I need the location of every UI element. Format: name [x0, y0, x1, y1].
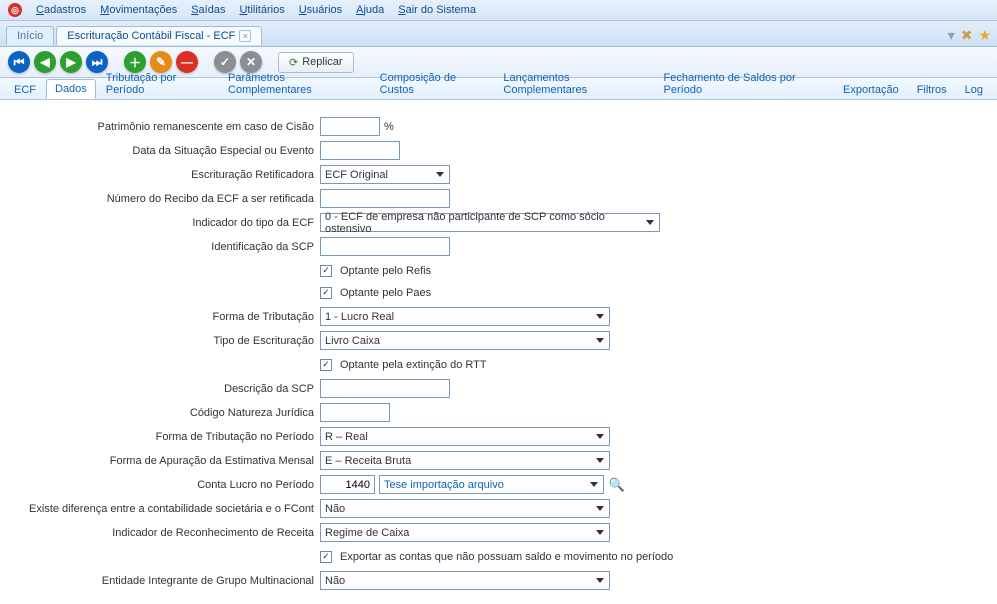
label-cod-nat: Código Natureza Jurídica [10, 407, 320, 419]
forma-trib-per-value: R – Real [325, 431, 368, 443]
menu-cadastros[interactable]: Cadastros [36, 4, 86, 16]
close-icon[interactable]: × [239, 30, 251, 42]
label-escrit-retif: Escrituração Retificadora [10, 169, 320, 181]
percent-label: % [384, 121, 394, 133]
form-area: Patrimônio remanescente em caso de Cisão… [0, 100, 997, 604]
subtab-exportacao[interactable]: Exportação [835, 81, 907, 99]
wrench-icon[interactable]: ✖ [961, 27, 973, 44]
app-icon: ◎ [8, 3, 22, 17]
opt-refis-checkbox[interactable] [320, 265, 332, 277]
chevron-down-icon [592, 530, 607, 535]
opt-paes-checkbox[interactable] [320, 287, 332, 299]
menu-sair[interactable]: Sair do Sistema [398, 4, 476, 16]
ind-reconh-value: Regime de Caixa [325, 527, 409, 539]
star-icon[interactable]: ★ [978, 27, 991, 44]
ident-scp-input[interactable] [320, 237, 450, 256]
chevron-down-icon [432, 172, 447, 177]
chevron-down-icon [592, 314, 607, 319]
nav-prev-button[interactable]: ◀ [34, 51, 56, 73]
indicador-tipo-select[interactable]: 0 - ECF de empresa não participante de S… [320, 213, 660, 232]
dropdown-icon[interactable]: ▾ [948, 27, 955, 44]
subtab-parametros[interactable]: Parâmetros Complementares [220, 69, 370, 99]
label-tipo-escrit: Tipo de Escrituração [10, 335, 320, 347]
subtabbar: ECF Dados Tributação por Período Parâmet… [0, 78, 997, 100]
conta-lucro-desc-select[interactable]: Tese importação arquivo [379, 475, 604, 494]
data-situacao-input[interactable] [320, 141, 400, 160]
forma-trib-select[interactable]: 1 - Lucro Real [320, 307, 610, 326]
label-diff-fcont: Existe diferença entre a contabilidade s… [10, 503, 320, 515]
document-tabbar: Início Escrituração Contábil Fiscal - EC… [0, 21, 997, 47]
escrit-retif-select[interactable]: ECF Original [320, 165, 450, 184]
num-recibo-input[interactable] [320, 189, 450, 208]
tab-ecf[interactable]: Escrituração Contábil Fiscal - ECF × [56, 26, 262, 45]
lookup-icon[interactable]: 🔍 [608, 476, 626, 494]
refresh-icon: ⟳ [289, 56, 298, 69]
tipo-escrit-select[interactable]: Livro Caixa [320, 331, 610, 350]
escrit-retif-value: ECF Original [325, 169, 388, 181]
menubar: ◎ Cadastros Movimentações Saídas Utilitá… [0, 0, 997, 21]
label-desc-scp: Descrição da SCP [10, 383, 320, 395]
label-forma-trib: Forma de Tributação [10, 311, 320, 323]
subtab-tributacao[interactable]: Tributação por Período [98, 69, 218, 99]
entidade-grupo-value: Não [325, 575, 345, 587]
opt-rtt-label: Optante pela extinção do RTT [340, 359, 487, 371]
label-ind-reconh: Indicador de Reconhecimento de Receita [10, 527, 320, 539]
subtab-dados[interactable]: Dados [46, 79, 96, 99]
tipo-escrit-value: Livro Caixa [325, 335, 380, 347]
forma-apur-select[interactable]: E – Receita Bruta [320, 451, 610, 470]
menu-movimentacoes[interactable]: Movimentações [100, 4, 177, 16]
exportar-contas-label: Exportar as contas que não possuam saldo… [340, 551, 673, 563]
desc-scp-input[interactable] [320, 379, 450, 398]
label-data-situacao: Data da Situação Especial ou Evento [10, 145, 320, 157]
chevron-down-icon [586, 482, 601, 487]
chevron-down-icon [592, 506, 607, 511]
label-entidade-grupo: Entidade Integrante de Grupo Multinacion… [10, 575, 320, 587]
label-num-recibo: Número do Recibo da ECF a ser retificada [10, 193, 320, 205]
conta-lucro-code-input[interactable] [320, 475, 375, 494]
nav-next-button[interactable]: ▶ [60, 51, 82, 73]
ind-reconh-select[interactable]: Regime de Caixa [320, 523, 610, 542]
replicar-label: Replicar [302, 56, 342, 68]
label-conta-lucro: Conta Lucro no Período [10, 479, 320, 491]
subtab-log[interactable]: Log [957, 81, 991, 99]
subtab-fechamento[interactable]: Fechamento de Saldos por Período [656, 69, 834, 99]
tab-label: Início [17, 30, 43, 42]
chevron-down-icon [592, 338, 607, 343]
menu-ajuda[interactable]: Ajuda [356, 4, 384, 16]
subtab-filtros[interactable]: Filtros [909, 81, 955, 99]
opt-refis-label: Optante pelo Refis [340, 265, 431, 277]
cod-nat-input[interactable] [320, 403, 390, 422]
label-ident-scp: Identificação da SCP [10, 241, 320, 253]
tabbar-tools: ▾ ✖ ★ [948, 27, 991, 44]
diff-fcont-select[interactable]: Não [320, 499, 610, 518]
label-forma-apur: Forma de Apuração da Estimativa Mensal [10, 455, 320, 467]
opt-paes-label: Optante pelo Paes [340, 287, 431, 299]
indicador-tipo-value: 0 - ECF de empresa não participante de S… [325, 211, 643, 235]
nav-first-button[interactable]: ⏮ [8, 51, 30, 73]
chevron-down-icon [643, 220, 657, 225]
chevron-down-icon [592, 458, 607, 463]
label-forma-trib-per: Forma de Tributação no Período [10, 431, 320, 443]
patrimonio-input[interactable] [320, 117, 380, 136]
exportar-contas-checkbox[interactable] [320, 551, 332, 563]
forma-trib-per-select[interactable]: R – Real [320, 427, 610, 446]
conta-lucro-desc-value: Tese importação arquivo [384, 479, 504, 491]
subtab-lancamentos[interactable]: Lançamentos Complementares [495, 69, 653, 99]
menu-saidas[interactable]: Saídas [191, 4, 225, 16]
tab-inicio[interactable]: Início [6, 26, 54, 45]
subtab-custos[interactable]: Composição de Custos [372, 69, 494, 99]
menu-usuarios[interactable]: Usuários [299, 4, 342, 16]
forma-apur-value: E – Receita Bruta [325, 455, 411, 467]
chevron-down-icon [592, 578, 607, 583]
entidade-grupo-select[interactable]: Não [320, 571, 610, 590]
label-indicador-tipo: Indicador do tipo da ECF [10, 217, 320, 229]
diff-fcont-value: Não [325, 503, 345, 515]
subtab-ecf[interactable]: ECF [6, 81, 44, 99]
chevron-down-icon [592, 434, 607, 439]
opt-rtt-checkbox[interactable] [320, 359, 332, 371]
tab-label: Escrituração Contábil Fiscal - ECF [67, 30, 235, 42]
label-patrimonio: Patrimônio remanescente em caso de Cisão [10, 121, 320, 133]
menu-utilitarios[interactable]: Utilitários [239, 4, 284, 16]
forma-trib-value: 1 - Lucro Real [325, 311, 394, 323]
